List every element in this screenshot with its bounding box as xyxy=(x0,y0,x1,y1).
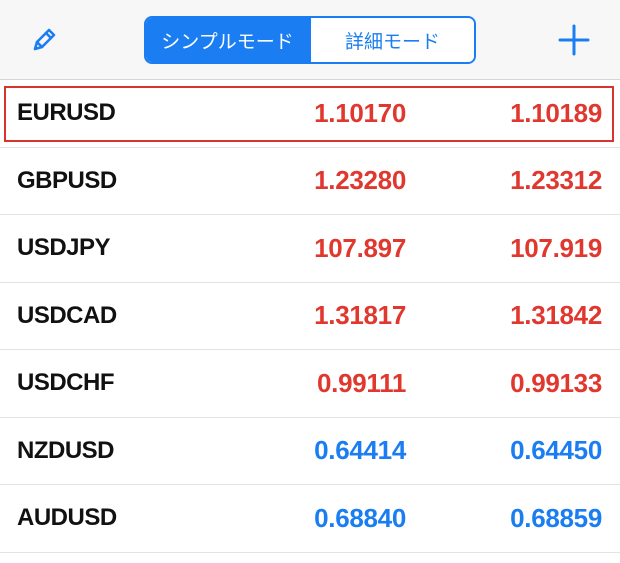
quote-row-audusd[interactable]: AUDUSD 0.68840 0.68859 xyxy=(0,485,620,553)
ask-price: 0.64450 xyxy=(510,435,602,466)
add-symbol-button[interactable] xyxy=(552,22,596,62)
ask-price: 107.919 xyxy=(510,232,602,263)
quote-row-usdcad[interactable]: USDCAD 1.31817 1.31842 xyxy=(0,283,620,350)
ask-price: 1.31842 xyxy=(510,300,602,331)
symbol-label: USDCAD xyxy=(17,301,117,329)
quotes-list: EURUSD 1.10170 1.10189 GBPUSD 1.23280 1.… xyxy=(0,80,620,553)
tab-simple-mode[interactable]: シンプルモード xyxy=(146,18,309,62)
pencil-icon xyxy=(28,24,60,61)
quote-row-usdjpy[interactable]: USDJPY 107.897 107.919 xyxy=(0,215,620,283)
bid-price: 0.64414 xyxy=(314,435,406,466)
symbol-label: GBPUSD xyxy=(17,166,117,194)
ask-price: 1.10189 xyxy=(510,97,602,128)
ask-price: 0.99133 xyxy=(510,367,602,398)
plus-icon xyxy=(557,23,591,62)
ask-price: 1.23312 xyxy=(510,165,602,196)
quote-row-usdchf[interactable]: USDCHF 0.99111 0.99133 xyxy=(0,350,620,418)
quote-row-eurusd[interactable]: EURUSD 1.10170 1.10189 xyxy=(0,80,620,148)
symbol-label: AUDUSD xyxy=(17,504,117,532)
symbol-label: USDJPY xyxy=(17,234,111,262)
bid-price: 1.23280 xyxy=(314,165,406,196)
bid-price: 1.31817 xyxy=(314,300,406,331)
symbol-label: EURUSD xyxy=(17,99,116,127)
bid-price: 1.10170 xyxy=(314,97,406,128)
bid-price: 0.68840 xyxy=(314,502,406,533)
symbol-label: USDCHF xyxy=(17,369,115,397)
mode-segmented-control: シンプルモード 詳細モード xyxy=(144,16,476,64)
ask-price: 0.68859 xyxy=(510,502,602,533)
tab-detail-mode[interactable]: 詳細モード xyxy=(309,18,474,62)
symbol-label: NZDUSD xyxy=(17,436,115,464)
quote-row-nzdusd[interactable]: NZDUSD 0.64414 0.64450 xyxy=(0,418,620,485)
quote-row-gbpusd[interactable]: GBPUSD 1.23280 1.23312 xyxy=(0,148,620,215)
edit-button[interactable] xyxy=(26,24,62,60)
top-toolbar: シンプルモード 詳細モード xyxy=(0,0,620,80)
bid-price: 107.897 xyxy=(314,232,406,263)
bid-price: 0.99111 xyxy=(316,367,406,398)
